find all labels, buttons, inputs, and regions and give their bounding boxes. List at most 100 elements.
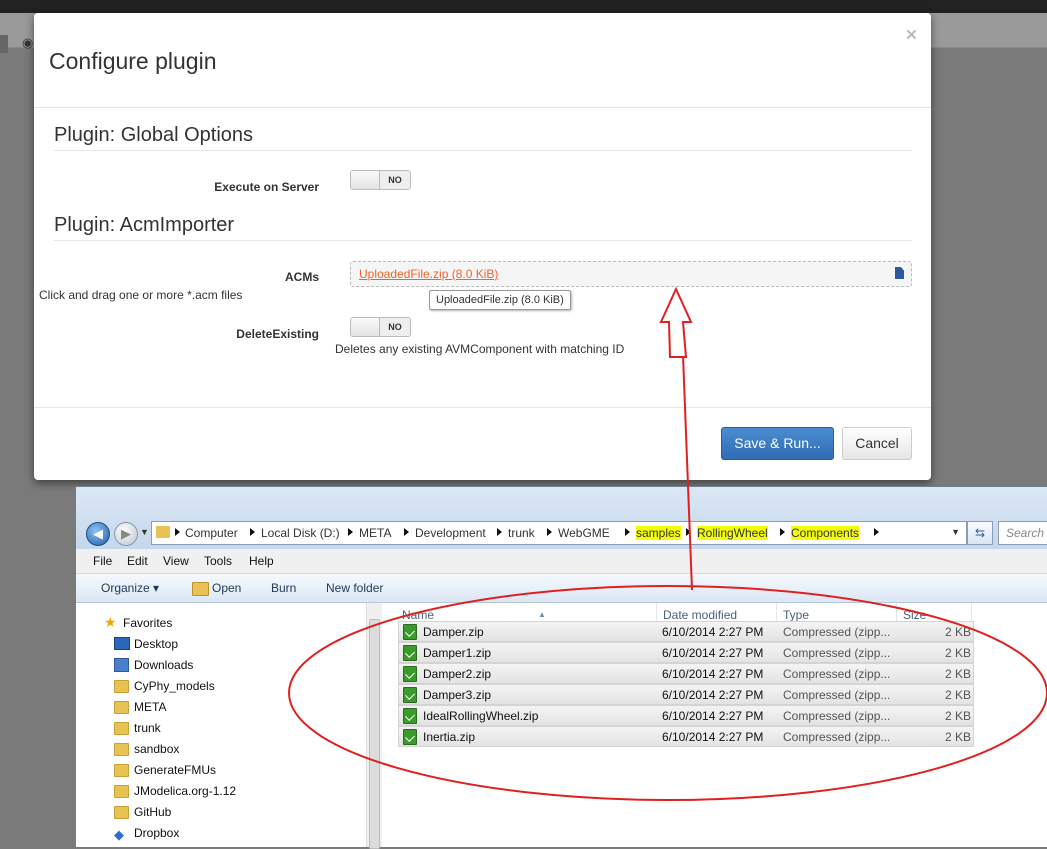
breadcrumb-trunk[interactable]: trunk <box>508 526 535 540</box>
search-input[interactable]: Search C <box>998 521 1047 545</box>
file-date: 6/10/2014 2:27 PM <box>662 688 764 702</box>
file-name: Damper.zip <box>423 625 484 639</box>
file-size: 2 KB <box>945 709 972 723</box>
breadcrumb-separator-icon[interactable] <box>625 528 630 536</box>
section-title-acm-importer: Plugin: AcmImporter <box>54 214 235 236</box>
zip-file-icon <box>403 729 417 745</box>
toggle-state: NO <box>380 171 410 189</box>
breadcrumb-separator-icon[interactable] <box>874 528 879 536</box>
open-button[interactable]: Open <box>212 581 241 595</box>
modal-title: Configure plugin <box>49 48 217 74</box>
file-name: IdealRollingWheel.zip <box>423 709 539 723</box>
column-header-name-label: Name <box>402 608 435 622</box>
file-row[interactable]: Inertia.zip 6/10/2014 2:27 PM Compressed… <box>398 726 974 747</box>
breadcrumb-local-disk[interactable]: Local Disk (D:) <box>261 526 340 540</box>
breadcrumb-separator-icon[interactable] <box>547 528 552 536</box>
back-arrow-icon[interactable]: ◀ <box>86 522 110 546</box>
menu-bar: File Edit View Tools Help <box>76 549 1047 574</box>
breadcrumb-separator-icon[interactable] <box>780 528 785 536</box>
folder-icon <box>114 743 129 756</box>
eye-icon[interactable]: ◉ <box>22 35 33 51</box>
uploaded-file-link[interactable]: UploadedFile.zip (8.0 KiB) <box>359 267 498 281</box>
background-button[interactable] <box>0 35 8 53</box>
menu-file[interactable]: File <box>93 554 112 568</box>
save-and-run-button[interactable]: Save & Run... <box>721 427 834 460</box>
file-explorer-window: ◀ ▶ ▼ Computer Local Disk (D:) META Deve… <box>75 486 1047 849</box>
breadcrumb-samples[interactable]: samples <box>636 526 681 540</box>
execute-on-server-label: Execute on Server <box>214 180 319 194</box>
organize-button[interactable]: Organize ▾ <box>101 581 159 595</box>
execute-on-server-toggle[interactable]: NO <box>350 170 411 190</box>
nav-item-desktop[interactable]: Desktop <box>134 637 178 651</box>
file-type: Compressed (zipp... <box>783 688 891 702</box>
file-row[interactable]: Damper1.zip 6/10/2014 2:27 PM Compressed… <box>398 642 974 663</box>
nav-item-meta[interactable]: META <box>134 700 166 714</box>
breadcrumb-components[interactable]: Components <box>791 526 860 540</box>
breadcrumb-meta[interactable]: META <box>359 526 391 540</box>
zip-file-icon <box>403 687 417 703</box>
breadcrumb-separator-icon[interactable] <box>175 528 180 536</box>
breadcrumb-rollingwheel[interactable]: RollingWheel <box>697 526 768 540</box>
nav-favorites[interactable]: Favorites <box>123 616 172 630</box>
folder-icon <box>114 680 129 693</box>
breadcrumb-webgme[interactable]: WebGME <box>558 526 610 540</box>
command-toolbar: Organize ▾ Open Burn New folder <box>76 574 1047 603</box>
file-row[interactable]: Damper2.zip 6/10/2014 2:27 PM Compressed… <box>398 663 974 684</box>
navigation-scrollbar[interactable] <box>366 603 382 849</box>
breadcrumb-development[interactable]: Development <box>415 526 486 540</box>
acms-file-dropzone[interactable]: UploadedFile.zip (8.0 KiB) <box>350 261 912 287</box>
divider <box>54 240 912 241</box>
column-header-type-label: Type <box>783 608 810 622</box>
downloads-icon <box>114 658 129 672</box>
nav-item-dropbox[interactable]: Dropbox <box>134 826 179 840</box>
menu-tools[interactable]: Tools <box>204 554 232 568</box>
toggle-knob <box>351 171 380 189</box>
file-row[interactable]: Damper.zip 6/10/2014 2:27 PM Compressed … <box>398 621 974 642</box>
address-dropdown-icon[interactable]: ▼ <box>951 527 960 537</box>
address-bar[interactable]: Computer Local Disk (D:) META Developmen… <box>151 521 967 545</box>
file-size: 2 KB <box>945 730 972 744</box>
file-row[interactable]: IdealRollingWheel.zip 6/10/2014 2:27 PM … <box>398 705 974 726</box>
nav-item-trunk[interactable]: trunk <box>134 721 161 735</box>
history-dropdown-icon[interactable]: ▼ <box>140 527 149 537</box>
file-icon[interactable] <box>895 267 904 279</box>
nav-item-generatefmus[interactable]: GenerateFMUs <box>134 763 216 777</box>
new-folder-button[interactable]: New folder <box>326 581 383 595</box>
nav-item-downloads[interactable]: Downloads <box>134 658 193 672</box>
file-list: Name ▲ Date modified Type Size Damper.zip… <box>382 603 1047 847</box>
menu-help[interactable]: Help <box>249 554 274 568</box>
breadcrumb-separator-icon[interactable] <box>250 528 255 536</box>
file-row[interactable]: Damper3.zip 6/10/2014 2:27 PM Compressed… <box>398 684 974 705</box>
nav-item-cyphy-models[interactable]: CyPhy_models <box>134 679 215 693</box>
divider <box>54 150 912 151</box>
nav-item-sandbox[interactable]: sandbox <box>134 742 179 756</box>
zip-file-icon <box>403 708 417 724</box>
file-type: Compressed (zipp... <box>783 625 891 639</box>
breadcrumb-separator-icon[interactable] <box>404 528 409 536</box>
breadcrumb-separator-icon[interactable] <box>497 528 502 536</box>
menu-view[interactable]: View <box>163 554 189 568</box>
dropbox-icon: ◆ <box>114 827 124 842</box>
forward-arrow-icon[interactable]: ▶ <box>114 522 138 546</box>
close-icon[interactable]: × <box>906 25 917 47</box>
file-size: 2 KB <box>945 646 972 660</box>
file-size: 2 KB <box>945 667 972 681</box>
column-header-date-label: Date modified <box>663 608 738 622</box>
file-type: Compressed (zipp... <box>783 646 891 660</box>
refresh-icon[interactable]: ⇆ <box>967 521 993 545</box>
menu-edit[interactable]: Edit <box>127 554 148 568</box>
acms-help-text: Click and drag one or more *.acm files <box>39 288 243 302</box>
file-type: Compressed (zipp... <box>783 709 891 723</box>
file-name: Damper3.zip <box>423 688 492 702</box>
cancel-button[interactable]: Cancel <box>842 427 912 460</box>
scrollbar-thumb[interactable] <box>369 619 380 849</box>
file-name: Damper1.zip <box>423 646 492 660</box>
background-top-bar <box>0 0 1047 13</box>
breadcrumb-separator-icon[interactable] <box>348 528 353 536</box>
breadcrumb-separator-icon[interactable] <box>686 528 691 536</box>
breadcrumb-computer[interactable]: Computer <box>185 526 238 540</box>
nav-item-jmodelica[interactable]: JModelica.org-1.12 <box>134 784 236 798</box>
nav-item-github[interactable]: GitHub <box>134 805 171 819</box>
burn-button[interactable]: Burn <box>271 581 296 595</box>
delete-existing-toggle[interactable]: NO <box>350 317 411 337</box>
